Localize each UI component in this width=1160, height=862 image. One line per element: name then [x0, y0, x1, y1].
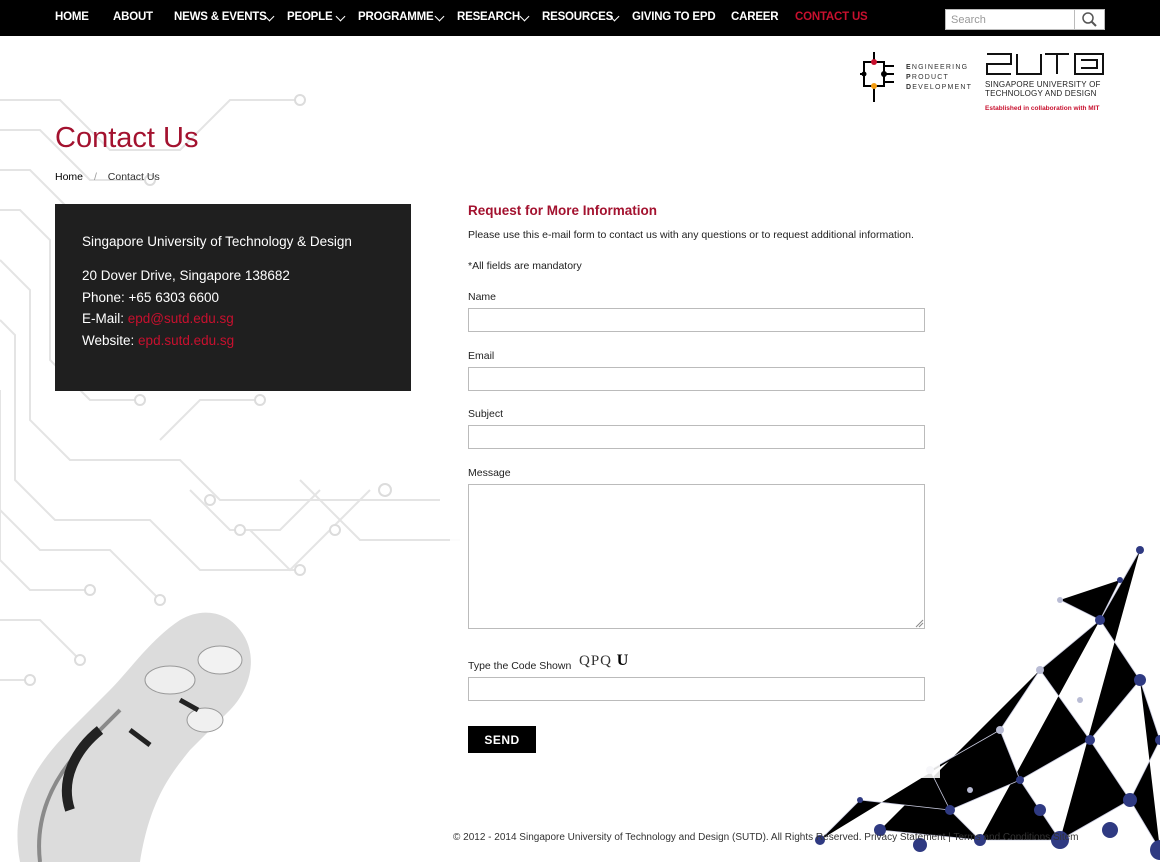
- form-title: Request for More Information: [468, 203, 658, 218]
- search-icon: [1082, 12, 1097, 27]
- top-navigation-bar: HOME ABOUT NEWS & EVENTS PEOPLE PROGRAMM…: [0, 0, 1160, 36]
- breadcrumb: Home / Contact Us: [55, 171, 160, 183]
- page-title: Contact Us: [55, 122, 199, 154]
- search-button[interactable]: [1074, 9, 1105, 30]
- contact-email-row: E-Mail: epd@sutd.edu.sg: [82, 308, 411, 330]
- contact-website-link[interactable]: epd.sutd.edu.sg: [138, 333, 234, 348]
- sutd-logo-text: SINGAPORE UNIVERSITY OF TECHNOLOGY AND D…: [985, 80, 1101, 98]
- sutd-logo[interactable]: [985, 50, 1107, 80]
- nav-career[interactable]: CAREER: [731, 0, 779, 36]
- nav-contact-us[interactable]: CONTACT US: [795, 0, 868, 36]
- contact-website-label: Website:: [82, 332, 135, 348]
- message-label: Message: [468, 467, 511, 479]
- form-mandatory-note: *All fields are mandatory: [468, 260, 582, 272]
- contact-email-label: E-Mail:: [82, 311, 125, 326]
- breadcrumb-current: Contact Us: [107, 171, 160, 183]
- robot-hand-illustration: [17, 612, 251, 862]
- send-button[interactable]: SEND: [468, 726, 536, 753]
- contact-info-panel: Singapore University of Technology & Des…: [55, 204, 411, 391]
- nav-research[interactable]: RESEARCH: [457, 0, 520, 36]
- footer: © 2012 - 2014 Singapore University of Te…: [453, 832, 1079, 843]
- nav-programme[interactable]: PROGRAMME: [358, 0, 434, 36]
- name-field[interactable]: [468, 308, 925, 332]
- contact-phone: Phone: +65 6303 6600: [82, 289, 220, 305]
- footer-privacy-link[interactable]: Privacy Statement: [864, 832, 945, 843]
- chevron-down-icon[interactable]: [434, 11, 445, 22]
- email-label: Email: [468, 350, 495, 362]
- footer-sitemap-link[interactable]: Sitem: [1053, 832, 1079, 843]
- captcha-field[interactable]: [468, 677, 925, 701]
- epd-logo-text: ENGINEERING PRODUCT DEVELOPMENT: [906, 64, 973, 91]
- subject-label: Subject: [468, 408, 504, 420]
- captcha-label: Type the Code Shown: [468, 660, 572, 672]
- nav-news-events[interactable]: NEWS & EVENTS: [174, 0, 267, 36]
- search-input[interactable]: [945, 9, 1075, 30]
- contact-website-row: Website: epd.sutd.edu.sg: [82, 330, 411, 352]
- nav-resources[interactable]: RESOURCES: [542, 0, 613, 36]
- chevron-down-icon[interactable]: [335, 11, 346, 22]
- nav-people[interactable]: PEOPLE: [287, 0, 333, 36]
- nav-about[interactable]: ABOUT: [113, 0, 153, 36]
- contact-address: 20 Dover Drive, Singapore 138682: [82, 268, 290, 283]
- contact-email-link[interactable]: epd@sutd.edu.sg: [128, 311, 234, 326]
- footer-separator: |: [948, 832, 951, 843]
- captcha-code-image: QPQ U: [579, 652, 630, 669]
- subject-field[interactable]: [468, 425, 925, 449]
- sutd-logo-tagline: Established in collaboration with MIT: [985, 105, 1100, 112]
- contact-org-name: Singapore University of Technology & Des…: [82, 234, 352, 249]
- message-textarea[interactable]: [468, 484, 925, 629]
- nav-home[interactable]: HOME: [55, 0, 89, 36]
- footer-copyright: © 2012 - 2014 Singapore University of Te…: [453, 832, 862, 843]
- nav-giving-to-epd[interactable]: GIVING TO EPD: [632, 0, 716, 36]
- chevron-down-icon[interactable]: [519, 11, 530, 22]
- breadcrumb-home-link[interactable]: Home: [55, 171, 83, 183]
- breadcrumb-separator: /: [93, 171, 97, 183]
- name-label: Name: [468, 291, 497, 303]
- resize-grip-icon[interactable]: [914, 618, 924, 628]
- footer-terms-link[interactable]: Terms and Conditions: [953, 832, 1050, 843]
- form-description: Please use this e-mail form to contact u…: [468, 229, 914, 241]
- email-field[interactable]: [468, 367, 925, 391]
